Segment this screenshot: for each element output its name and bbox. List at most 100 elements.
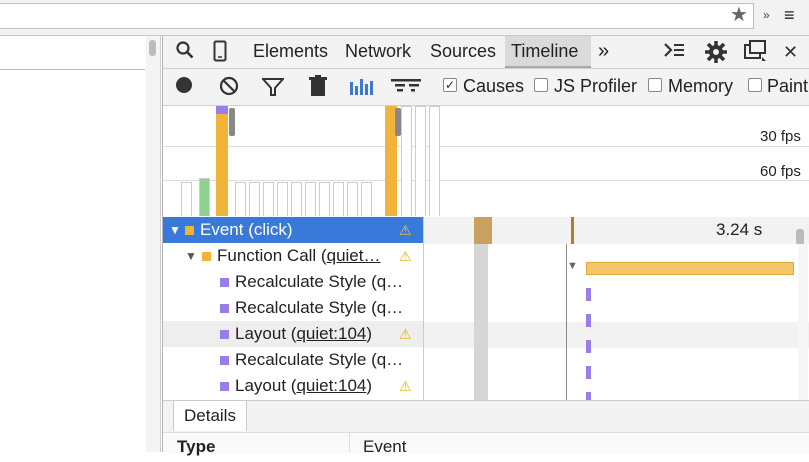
tab-timeline[interactable]: Timeline	[505, 36, 591, 68]
details-header	[163, 432, 809, 453]
settings-gear-icon[interactable]	[704, 40, 728, 70]
more-tabs-icon[interactable]: »	[598, 36, 609, 68]
warning-icon: ⚠	[399, 378, 412, 394]
tree-row-label: Recalculate Style (q…	[235, 272, 404, 291]
details-type-value: Event	[363, 437, 407, 456]
flame-chart[interactable]: ▼	[424, 244, 809, 400]
device-mode-icon[interactable]	[213, 40, 227, 68]
paint-label: Paint	[767, 76, 809, 96]
address-bar[interactable]	[0, 3, 754, 29]
browser-menu-icon[interactable]: ≡	[784, 5, 795, 26]
tree-row-layout[interactable]: Layout (quiet:104) ⚠	[163, 321, 423, 347]
devtools-panel: Elements Network Sources Timeline » ✕ ✓ …	[162, 36, 809, 456]
tree-row-event-click[interactable]: ▼ Event (click) ⚠	[163, 217, 423, 243]
frames-view-icon[interactable]	[349, 76, 375, 101]
timeline-toolbar: ✓ Causes JS Profiler Memory Paint	[163, 69, 809, 106]
tree-row-layout[interactable]: Layout (quiet:104) ⚠	[163, 373, 423, 399]
clear-icon[interactable]	[219, 76, 239, 101]
source-link[interactable]: quiet…	[327, 246, 381, 265]
dock-side-icon[interactable]	[743, 40, 767, 68]
category-swatch-icon	[185, 226, 194, 235]
record-icon[interactable]	[175, 76, 193, 99]
frame-bar	[401, 106, 412, 216]
js-profiler-label: JS Profiler	[554, 76, 638, 96]
tree-row-function-call[interactable]: ▼ Function Call (quiet… ⚠	[163, 243, 423, 269]
tree-row-label: Event (click)	[200, 220, 293, 239]
close-icon[interactable]: ✕	[783, 40, 798, 64]
category-swatch-icon	[220, 330, 229, 339]
flame-bar-function-call[interactable]	[586, 262, 794, 275]
frame-bar	[347, 182, 358, 216]
tree-row-recalculate-style[interactable]: Recalculate Style (q…	[163, 269, 423, 295]
frame-bar	[319, 182, 330, 216]
warning-icon: ⚠	[399, 248, 412, 264]
frame-bar	[235, 182, 246, 216]
flame-bar-layout[interactable]	[586, 340, 591, 353]
warning-icon: ⚠	[399, 326, 412, 342]
expand-triangle-icon[interactable]: ▼	[169, 217, 181, 243]
flame-bar-layout[interactable]	[586, 392, 591, 400]
flame-selection-band	[474, 244, 488, 400]
tree-row-label: Layout (	[235, 376, 297, 395]
tab-details[interactable]: Details	[173, 400, 247, 431]
causes-checkbox[interactable]: ✓	[443, 78, 457, 92]
flame-expand-triangle-icon[interactable]: ▼	[567, 260, 578, 272]
tab-network[interactable]: Network	[345, 36, 411, 68]
flame-bar-recalculate-style[interactable]	[586, 366, 591, 379]
frame-bar	[199, 178, 210, 216]
frame-bar	[263, 182, 274, 216]
frame-bar	[429, 106, 440, 216]
devtools-tabbar: Elements Network Sources Timeline » ✕	[163, 36, 809, 69]
category-swatch-icon	[220, 356, 229, 365]
flame-bar-recalculate-style[interactable]	[586, 288, 591, 301]
event-tree: ▼ Event (click) ⚠ ▼ Function Call (quiet…	[163, 217, 424, 400]
overview-left-handle[interactable]	[229, 108, 235, 136]
garbage-collect-icon[interactable]	[309, 75, 327, 102]
ruler-cursor-marker	[571, 217, 574, 244]
frame-bar-rendering	[216, 106, 228, 114]
frame-bar	[305, 182, 316, 216]
frame-bars	[163, 106, 453, 216]
frame-bar-long	[216, 106, 228, 216]
frame-bar	[361, 182, 372, 216]
bookmark-star-icon[interactable]: ★	[730, 5, 748, 25]
extensions-overflow-icon[interactable]: »	[763, 8, 770, 22]
details-type-label: Type	[177, 437, 216, 456]
paren-close: )	[366, 376, 373, 395]
filter-icon[interactable]	[260, 77, 286, 102]
flame-chart-icon[interactable]	[391, 75, 421, 100]
paint-checkbox[interactable]	[748, 78, 762, 92]
timeline-overview[interactable]: 30 fps 60 fps	[163, 106, 809, 216]
category-swatch-icon	[220, 278, 229, 287]
fps-60-label: 60 fps	[760, 163, 801, 180]
time-ruler[interactable]: 3.24 s	[424, 217, 809, 245]
browser-toolbar: ★ » ≡	[0, 0, 809, 36]
tree-row-label: Function Call (	[217, 246, 327, 265]
memory-checkbox[interactable]	[648, 78, 662, 92]
flame-scrollbar[interactable]	[798, 244, 808, 400]
tree-row-recalculate-style[interactable]: Recalculate Style (q…	[163, 295, 423, 321]
page-scrollbar[interactable]	[146, 36, 161, 452]
source-link[interactable]: quiet:104	[296, 376, 366, 395]
frame-bar	[291, 182, 302, 216]
frame-bar	[333, 182, 344, 216]
tree-row-recalculate-style[interactable]: Recalculate Style (q…	[163, 347, 423, 373]
frame-bar	[415, 106, 426, 216]
warning-icon: ⚠	[399, 222, 412, 238]
js-profiler-checkbox[interactable]	[534, 78, 548, 92]
paren-close: )	[366, 324, 373, 343]
tab-sources[interactable]: Sources	[430, 36, 496, 68]
tree-row-label: Layout (	[235, 324, 297, 343]
page-content	[0, 36, 145, 452]
source-link[interactable]: quiet:104	[296, 324, 366, 343]
expand-triangle-icon[interactable]: ▼	[185, 243, 197, 269]
tab-elements[interactable]: Elements	[253, 36, 328, 68]
causes-label: Causes	[463, 76, 525, 96]
flame-scroll-thumb[interactable]	[796, 229, 804, 245]
frame-bar	[277, 182, 288, 216]
search-icon[interactable]	[175, 40, 195, 66]
flame-bar-recalculate-style[interactable]	[586, 314, 591, 327]
scrollbar-thumb[interactable]	[149, 40, 156, 56]
details-tabbar	[163, 400, 809, 433]
console-drawer-icon[interactable]	[663, 40, 685, 66]
